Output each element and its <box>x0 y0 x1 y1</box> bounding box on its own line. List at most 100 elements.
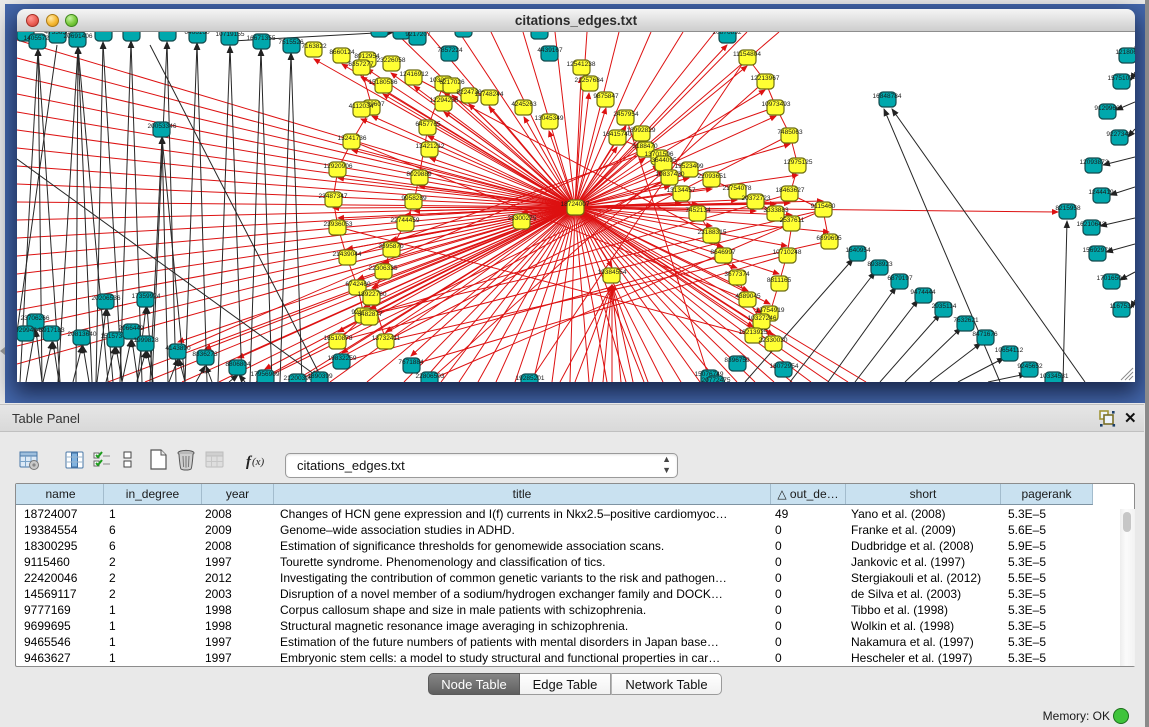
svg-text:17359924: 17359924 <box>132 293 161 300</box>
svg-text:12093873: 12093873 <box>1080 159 1109 166</box>
svg-text:25300275: 25300275 <box>508 215 537 222</box>
svg-text:6742460: 6742460 <box>345 281 371 288</box>
svg-text:12920906: 12920906 <box>324 163 353 170</box>
svg-text:22806503: 22806503 <box>416 373 445 380</box>
svg-text:20876852: 20876852 <box>713 32 742 36</box>
svg-text:9227342: 9227342 <box>1106 131 1132 138</box>
svg-text:8396759: 8396759 <box>724 357 750 364</box>
svg-text:12416912: 12416912 <box>400 71 429 78</box>
svg-text:8660124: 8660124 <box>329 49 355 56</box>
svg-text:10327246: 10327246 <box>748 315 777 322</box>
svg-text:12541238: 12541238 <box>567 61 596 68</box>
svg-text:9474444: 9474444 <box>910 289 936 296</box>
svg-text:19523409: 19523409 <box>675 163 704 170</box>
svg-text:3677374: 3677374 <box>724 271 750 278</box>
svg-text:20053346: 20053346 <box>148 123 177 130</box>
svg-text:3333883: 3333883 <box>763 207 789 214</box>
svg-text:13045349: 13045349 <box>535 115 564 122</box>
svg-text:8938923: 8938923 <box>867 261 893 268</box>
svg-text:23188315: 23188315 <box>698 229 727 236</box>
svg-text:22093651: 22093651 <box>698 173 727 180</box>
svg-text:3644095: 3644095 <box>651 157 677 164</box>
svg-text:16848784: 16848784 <box>873 93 902 100</box>
svg-text:6466160: 6466160 <box>184 32 210 36</box>
svg-text:10653287: 10653287 <box>117 32 146 34</box>
svg-text:10654112: 10654112 <box>995 347 1024 354</box>
svg-text:12294238: 12294238 <box>430 97 459 104</box>
svg-text:1999828: 1999828 <box>133 337 159 344</box>
svg-text:23226058: 23226058 <box>377 57 406 64</box>
svg-text:16072954: 16072954 <box>770 363 799 370</box>
svg-text:22744459: 22744459 <box>391 217 420 224</box>
svg-text:9129966: 9129966 <box>1094 105 1120 112</box>
svg-text:17956909: 17956909 <box>251 371 280 378</box>
svg-text:7163822: 7163822 <box>301 43 327 50</box>
svg-text:23936053: 23936053 <box>324 221 353 228</box>
svg-text:8471676: 8471676 <box>972 331 998 338</box>
svg-text:3395870: 3395870 <box>378 243 404 250</box>
svg-text:17016504: 17016504 <box>1097 275 1126 282</box>
svg-text:8336273: 8336273 <box>192 351 218 358</box>
svg-text:20813640: 20813640 <box>68 331 97 338</box>
svg-text:1640954: 1640954 <box>845 247 871 254</box>
svg-text:13134457: 13134457 <box>667 187 696 194</box>
svg-text:18463627: 18463627 <box>776 187 805 194</box>
svg-text:4245263: 4245263 <box>511 101 537 108</box>
svg-text:8806804: 8806804 <box>225 361 251 368</box>
svg-text:7485063: 7485063 <box>777 129 803 136</box>
svg-text:20206536: 20206536 <box>92 295 121 302</box>
svg-text:2457954: 2457954 <box>613 111 639 118</box>
svg-text:6899695: 6899695 <box>816 235 842 242</box>
svg-text:13754919: 13754919 <box>756 307 785 314</box>
svg-text:21754078: 21754078 <box>723 185 752 192</box>
svg-text:6457765: 6457765 <box>415 121 441 128</box>
svg-text:1244419: 1244419 <box>1088 189 1114 196</box>
svg-text:3917183: 3917183 <box>39 327 65 334</box>
svg-text:19285201: 19285201 <box>516 375 545 382</box>
svg-text:8215958: 8215958 <box>1055 205 1081 212</box>
svg-text:10334531: 10334531 <box>1040 373 1069 380</box>
svg-text:22306335: 22306335 <box>369 265 398 272</box>
svg-text:9245652: 9245652 <box>1017 363 1043 370</box>
svg-text:12213967: 12213967 <box>751 75 780 82</box>
svg-text:6879197: 6879197 <box>887 275 913 282</box>
svg-text:13748244: 13748244 <box>475 91 504 98</box>
svg-text:12975125: 12975125 <box>784 159 813 166</box>
svg-text:19299464: 19299464 <box>17 327 41 334</box>
svg-text:2066449: 2066449 <box>118 325 144 332</box>
svg-text:10837430: 10837430 <box>656 171 685 178</box>
svg-text:16210643: 16210643 <box>1077 221 1106 228</box>
svg-text:4143890: 4143890 <box>165 345 191 352</box>
svg-text:6217026: 6217026 <box>439 79 465 86</box>
svg-text:18992829: 18992829 <box>627 127 656 134</box>
svg-text:1527602: 1527602 <box>154 32 180 34</box>
svg-text:20372723: 20372723 <box>742 195 771 202</box>
svg-text:6357277: 6357277 <box>348 61 374 68</box>
svg-text:5188470: 5188470 <box>632 143 658 150</box>
svg-text:9115460: 9115460 <box>811 203 836 210</box>
svg-text:1167534: 1167534 <box>1110 303 1135 310</box>
svg-text:18724007: 18724007 <box>561 201 590 208</box>
svg-text:16671355: 16671355 <box>247 35 276 42</box>
svg-text:22330030: 22330030 <box>759 337 788 344</box>
svg-text:7857224: 7857224 <box>437 47 463 54</box>
svg-text:8029889: 8029889 <box>406 171 432 178</box>
svg-text:13241736: 13241736 <box>338 135 367 142</box>
svg-text:16510878: 16510878 <box>324 335 353 342</box>
svg-text:20691406: 20691406 <box>64 33 93 40</box>
svg-text:21439044: 21439044 <box>333 251 362 258</box>
svg-text:1890399: 1890399 <box>307 373 333 380</box>
svg-text:8811165: 8811165 <box>767 277 792 284</box>
svg-text:20772475: 20772475 <box>702 377 731 382</box>
svg-text:7632621: 7632621 <box>953 317 979 324</box>
svg-text:8646997: 8646997 <box>710 249 736 256</box>
svg-text:10719155: 10719155 <box>216 32 245 38</box>
svg-text:1218062: 1218062 <box>1115 49 1135 56</box>
svg-text:21257684: 21257684 <box>575 77 604 84</box>
svg-text:15180586: 15180586 <box>369 79 398 86</box>
svg-text:4439167: 4439167 <box>537 47 563 54</box>
svg-text:19384554: 19384554 <box>598 269 627 276</box>
svg-text:4389045: 4389045 <box>735 293 761 300</box>
svg-text:7671884: 7671884 <box>398 359 424 366</box>
svg-text:9217207: 9217207 <box>405 32 431 38</box>
